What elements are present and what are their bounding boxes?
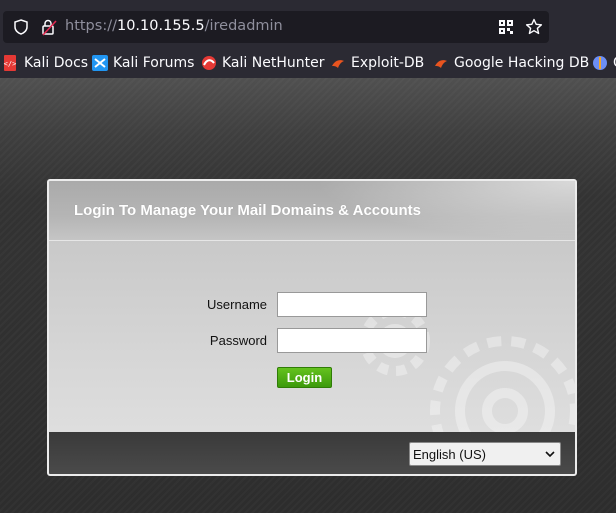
bookmark-kali-nethunter[interactable]: Kali NetHunter	[201, 54, 324, 72]
login-form: Username Password Login	[49, 241, 575, 432]
language-selected-value: English (US)	[413, 447, 486, 462]
username-input[interactable]	[277, 292, 427, 317]
bookmark-star-icon[interactable]	[525, 18, 543, 36]
gears-watermark-icon	[360, 306, 575, 432]
browser-toolbar: https://10.10.155.5/iredadmin	[0, 0, 616, 48]
chevron-down-icon	[545, 451, 555, 458]
ghdb-icon	[435, 60, 447, 68]
password-label: Password	[209, 333, 267, 348]
qr-code-icon[interactable]	[498, 19, 514, 35]
bookmark-exploit-db[interactable]: Exploit-DB	[330, 54, 424, 72]
login-panel-header: Login To Manage Your Mail Domains & Acco…	[49, 181, 575, 241]
bookmark-kali-forums[interactable]: Kali Forums	[92, 54, 194, 72]
bookmarks-toolbar: </> Kali Docs Kali Forums Kali NetHunter…	[0, 48, 616, 78]
kali-forums-icon	[92, 55, 108, 71]
bookmark-google-hacking-db[interactable]: Google Hacking DB	[433, 54, 589, 72]
bookmark-label: Google Hacking DB	[454, 55, 590, 71]
login-panel-footer: English (US)	[49, 432, 575, 474]
shield-icon[interactable]	[13, 19, 29, 35]
kali-docs-icon: </>	[4, 55, 17, 71]
url-host: 10.10.155.5	[116, 18, 205, 34]
password-input[interactable]	[277, 328, 427, 353]
bookmark-label: Kali Forums	[113, 55, 195, 71]
login-button[interactable]: Login	[277, 367, 332, 388]
username-label: Username	[207, 297, 267, 312]
page-background: Login To Manage Your Mail Domains & Acco…	[0, 78, 616, 513]
svg-text:</>: </>	[4, 60, 17, 68]
url-text[interactable]: https://10.10.155.5/iredadmin	[65, 18, 283, 34]
lock-warning-icon[interactable]	[40, 18, 58, 36]
bookmark-label: Kali NetHunter	[222, 55, 325, 71]
kali-nethunter-icon	[202, 56, 216, 70]
language-select[interactable]: English (US)	[409, 442, 561, 466]
login-title: Login To Manage Your Mail Domains & Acco…	[74, 202, 421, 219]
bookmark-overflow-icon	[593, 56, 607, 70]
login-panel: Login To Manage Your Mail Domains & Acco…	[47, 179, 577, 476]
bookmark-overflow[interactable]: G	[592, 54, 616, 72]
url-scheme: https://	[65, 18, 117, 34]
bookmark-label: Kali Docs	[24, 55, 89, 71]
url-bar[interactable]: https://10.10.155.5/iredadmin	[3, 11, 549, 43]
bookmark-label: Exploit-DB	[351, 55, 425, 71]
exploit-db-icon	[332, 60, 344, 68]
bookmark-kali-docs[interactable]: </> Kali Docs	[3, 54, 88, 72]
url-path: /iredadmin	[204, 18, 283, 34]
